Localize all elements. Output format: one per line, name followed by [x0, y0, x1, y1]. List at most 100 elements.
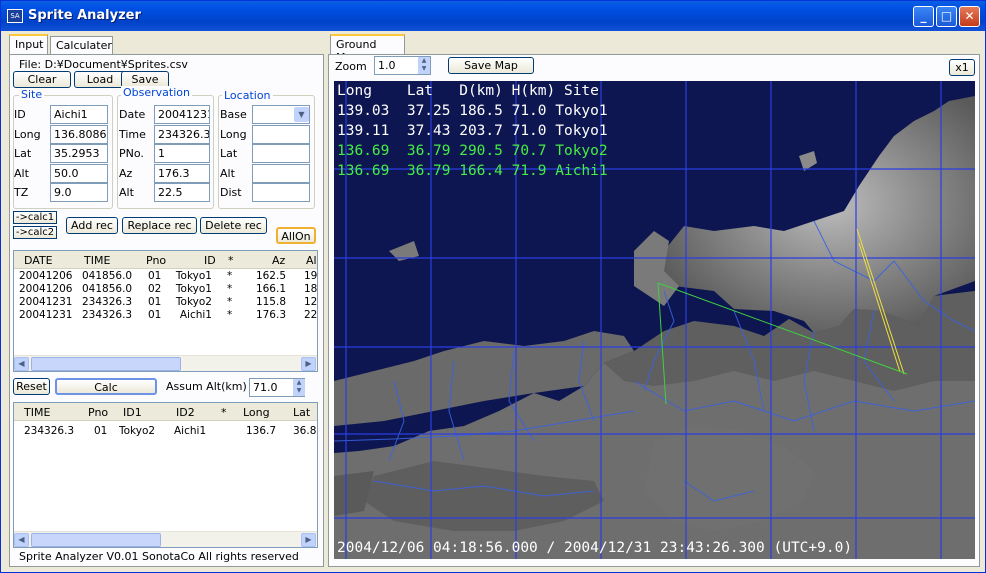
location-dist-label: Dist — [220, 186, 242, 199]
table-cell: Tokyo1 — [175, 283, 212, 295]
col-r-lat[interactable]: Lat — [293, 406, 310, 419]
table-cell: 234326.3 — [82, 309, 133, 321]
col-star[interactable]: * — [228, 254, 234, 267]
table-cell: * — [227, 270, 233, 282]
col-r-time[interactable]: TIME — [24, 406, 50, 419]
table-cell: 115.8 — [255, 296, 286, 308]
input-panel: File: D:¥Document¥Sprites.csv Clear Load… — [9, 54, 324, 567]
col-az[interactable]: Az — [272, 254, 285, 267]
col-r-star[interactable]: * — [221, 406, 227, 419]
site-long-input[interactable]: 136.8086 — [50, 124, 108, 144]
add-rec-button[interactable]: Add rec — [66, 217, 118, 234]
tab-calculater[interactable]: Calculater — [50, 36, 113, 56]
scroll-thumb[interactable] — [31, 533, 161, 547]
observation-az-input[interactable]: 176.3 — [154, 163, 210, 183]
location-long-label: Long — [220, 127, 247, 141]
allon-button[interactable]: AllOn — [276, 227, 316, 244]
results-header: TIME Pno ID1 ID2 * Long Lat — [14, 403, 317, 421]
site-lat-input[interactable]: 35.2953 — [50, 144, 108, 163]
location-long-input[interactable] — [252, 124, 310, 144]
col-time[interactable]: TIME — [84, 254, 110, 267]
table-row[interactable]: 20041231 234326.3 01 Aichi1 * 176.3 22.! — [14, 309, 318, 322]
title-bar[interactable]: SA Sprite Analyzer _ □ ✕ — [1, 1, 985, 31]
site-long-label: Long — [14, 127, 41, 141]
table-row[interactable]: 20041231 234326.3 01 Tokyo2 * 115.8 12.: — [14, 296, 318, 309]
maximize-button[interactable]: □ — [936, 6, 957, 27]
site-alt-input[interactable]: 50.0 — [50, 163, 108, 183]
table-cell: 01 — [148, 309, 162, 321]
table-cell: Aichi1 — [174, 425, 207, 437]
table-cell: 01 — [94, 425, 108, 437]
tab-ground-map[interactable]: Ground Map — [330, 34, 405, 64]
scroll-right-icon[interactable]: ▶ — [301, 357, 316, 371]
table-cell: 234326.3 — [24, 425, 75, 437]
scroll-left-icon[interactable]: ◀ — [14, 357, 29, 371]
location-alt-input[interactable] — [252, 163, 310, 183]
table-row[interactable]: 234326.3 01 Tokyo2 Aichi1 136.7 36.8 — [14, 425, 317, 438]
table-cell: 136.7 — [246, 425, 277, 437]
observation-alt-input[interactable]: 22.5 — [154, 183, 210, 202]
location-base-label: Base — [220, 108, 247, 121]
table-cell: 36.8 — [293, 425, 317, 437]
site-tz-input[interactable]: 9.0 — [50, 183, 108, 202]
calc1-link[interactable]: ->calc1 — [13, 211, 57, 224]
table-cell: 176.3 — [255, 309, 286, 321]
table-row[interactable]: 20041206 041856.0 01 Tokyo1 * 162.5 19. — [14, 270, 317, 283]
window-title: Sprite Analyzer — [28, 8, 141, 23]
delete-rec-button[interactable]: Delete rec — [200, 217, 267, 234]
reset-button[interactable]: Reset — [13, 378, 50, 395]
observation-alt-label: Alt — [119, 186, 134, 199]
assum-spin-icon[interactable]: ▲ ▼ — [293, 379, 305, 396]
overlay-footer: 2004/12/06 04:18:56.000 / 2004/12/31 23:… — [337, 540, 853, 556]
location-dist-input[interactable] — [252, 183, 310, 202]
col-r-id1[interactable]: ID1 — [123, 406, 142, 419]
table-cell: 01 — [148, 270, 162, 282]
col-al[interactable]: Al — [306, 254, 317, 267]
table-cell: 12.: — [304, 296, 318, 308]
observation-date-input[interactable]: 20041231 — [154, 105, 210, 124]
col-date[interactable]: DATE — [24, 254, 53, 267]
records-hscrollbar[interactable]: ◀ ▶ — [14, 355, 317, 371]
location-lat-label: Lat — [220, 147, 238, 160]
clear-button[interactable]: Clear — [13, 71, 71, 88]
file-label: File: D:¥Document¥Sprites.csv — [19, 58, 188, 71]
results-list[interactable]: TIME Pno ID1 ID2 * Long Lat 234326.3 01 To… — [13, 402, 318, 548]
zoom-spin-icon[interactable]: ▲ ▼ — [418, 57, 430, 74]
scale-button[interactable]: x1 — [949, 59, 975, 76]
load-button[interactable]: Load — [74, 71, 126, 88]
scroll-thumb[interactable] — [31, 357, 181, 371]
replace-rec-button[interactable]: Replace rec — [122, 217, 197, 234]
observation-time-input[interactable]: 234326.3 — [154, 124, 210, 144]
minimize-button[interactable]: _ — [913, 6, 934, 27]
table-cell: Tokyo1 — [175, 270, 212, 282]
calc-button[interactable]: Calc — [55, 378, 157, 395]
save-map-button[interactable]: Save Map — [448, 57, 534, 74]
col-id[interactable]: ID — [204, 254, 216, 267]
calc2-link[interactable]: ->calc2 — [13, 226, 57, 239]
col-r-long[interactable]: Long — [243, 406, 270, 419]
table-cell: 22.! — [304, 309, 318, 321]
table-cell: 041856.0 — [82, 283, 133, 295]
chevron-down-icon[interactable]: ▼ — [294, 107, 309, 122]
col-pno[interactable]: Pno — [146, 254, 166, 267]
col-r-pno[interactable]: Pno — [88, 406, 108, 419]
observation-pno-input[interactable]: 1 — [154, 144, 210, 163]
scroll-left-icon[interactable]: ◀ — [14, 533, 29, 547]
records-list[interactable]: DATE TIME Pno ID * Az Al 20041206 041856.… — [13, 250, 318, 372]
site-id-input[interactable]: Aichi1 — [50, 105, 108, 124]
overlay-header: Long Lat D(km) H(km) Site — [337, 83, 599, 99]
observation-legend: Observation — [121, 86, 192, 99]
records-header: DATE TIME Pno ID * Az Al — [14, 251, 317, 269]
ground-map[interactable]: Long Lat D(km) H(km) Site 139.03 37.25 1… — [334, 81, 975, 559]
close-button[interactable]: ✕ — [959, 6, 980, 27]
table-cell: * — [227, 296, 233, 308]
scroll-right-icon[interactable]: ▶ — [301, 533, 316, 547]
results-hscrollbar[interactable]: ◀ ▶ — [14, 531, 317, 547]
location-alt-label: Alt — [220, 166, 235, 180]
col-r-id2[interactable]: ID2 — [176, 406, 195, 419]
table-cell: 20041231 — [19, 296, 73, 308]
site-lat-label: Lat — [14, 147, 32, 160]
table-row[interactable]: 20041206 041856.0 02 Tokyo1 * 166.1 18.: — [14, 283, 317, 296]
tab-input[interactable]: Input — [9, 34, 48, 56]
location-lat-input[interactable] — [252, 144, 310, 163]
